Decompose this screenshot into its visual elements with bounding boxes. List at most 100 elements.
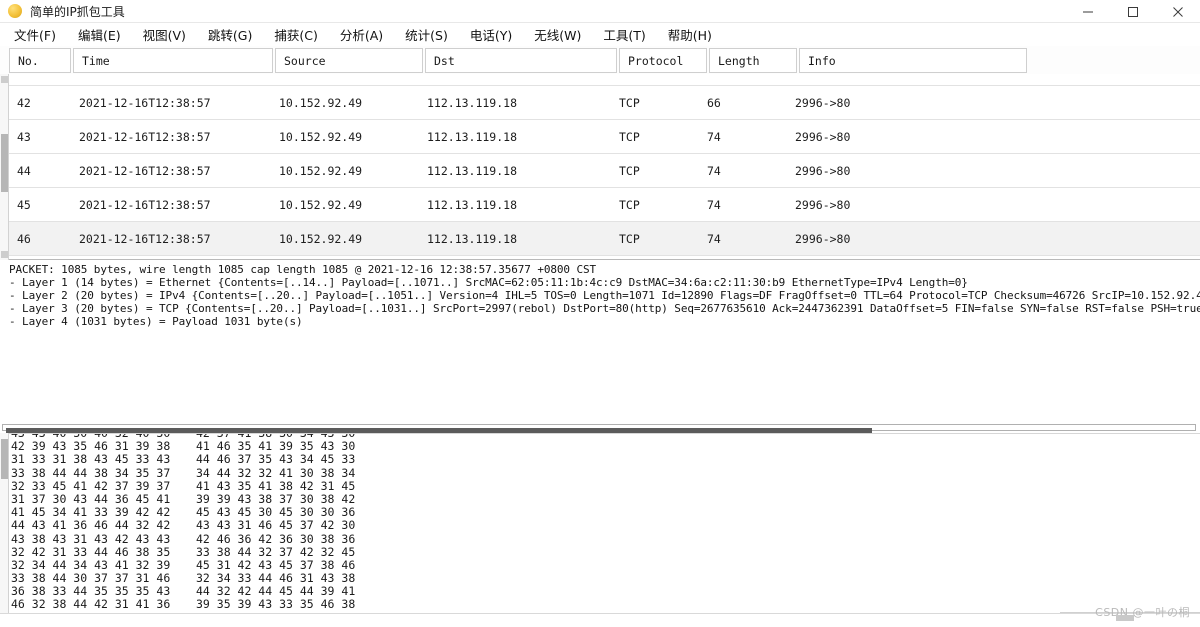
- menu-help[interactable]: 帮助(H): [668, 25, 712, 44]
- window-controls: [1065, 0, 1200, 23]
- column-header-no[interactable]: No.: [9, 48, 71, 73]
- menu-analyze[interactable]: 分析(A): [340, 25, 383, 44]
- cell-time: 2021-12-16T12:38:57: [79, 163, 211, 178]
- cell-no: 46: [17, 231, 31, 246]
- column-header-time[interactable]: Time: [73, 48, 273, 73]
- hex-dump-pane[interactable]: 43 43 40 30 40 32 40 30 42 37 41 38 30 34…: [0, 433, 1200, 613]
- column-header-protocol[interactable]: Protocol: [619, 48, 707, 73]
- cell-no: 42: [17, 95, 31, 110]
- cell-dst: 112.13.119.18: [419, 74, 611, 76]
- cell-source: 10.152.92.49: [279, 95, 363, 110]
- hex-bytes-right: 43 43 31 46 45 37 42 30: [196, 518, 356, 533]
- scroll-down-icon[interactable]: [1, 251, 8, 258]
- maximize-icon[interactable]: [1110, 0, 1155, 23]
- cell-length: 74: [707, 197, 721, 212]
- minimize-icon[interactable]: [1065, 0, 1110, 23]
- detail-line[interactable]: - Layer 3 (20 bytes) = TCP {Contents=[..…: [0, 302, 1200, 315]
- menu-tools[interactable]: 工具(T): [603, 25, 645, 44]
- table-row[interactable]: 42 2021-12-16T12:38:57 10.152.92.49 112.13.…: [0, 86, 1200, 120]
- cell-length: 74: [707, 129, 721, 144]
- close-icon[interactable]: [1155, 0, 1200, 23]
- menu-wireless[interactable]: 无线(W): [534, 25, 581, 44]
- cell-protocol: TCP: [619, 231, 640, 246]
- hex-bytes-left: 43 38 43 31 43 42 43 43: [11, 531, 171, 546]
- hex-scroll-thumb[interactable]: [1, 439, 8, 479]
- cell-source: 10.152.92.49: [279, 163, 363, 178]
- cell-source: 10.152.92.49: [279, 231, 363, 246]
- hex-dump-scrollbar[interactable]: [0, 433, 9, 613]
- cell-time: 2021-12-16T12:38:57: [79, 129, 211, 144]
- detail-line[interactable]: PACKET: 1085 bytes, wire length 1085 cap…: [0, 263, 1200, 276]
- cell-dst: 112.13.119.18: [427, 163, 518, 178]
- detail-line[interactable]: - Layer 4 (1031 bytes) = Payload 1031 by…: [0, 315, 1200, 328]
- cell-time: 2021-12-16T12:38:57: [71, 74, 271, 76]
- menu-edit[interactable]: 编辑(E): [78, 25, 121, 44]
- cell-dst: 112.13.119.18: [427, 95, 518, 110]
- hex-bytes-left: 44 43 41 36 46 44 32 42: [11, 518, 171, 533]
- cell-protocol: TCP: [619, 129, 640, 144]
- hex-bytes-right: 41 43 35 41 38 42 31 45: [196, 478, 356, 493]
- packet-list[interactable]: 412021-12-16T12:38:5710.152.92.49112.13.…: [0, 74, 1200, 260]
- bottom-scroll-thumb[interactable]: [1116, 615, 1134, 621]
- cell-source: 10.152.92.49: [279, 197, 363, 212]
- cell-dst: 112.13.119.18: [427, 197, 518, 212]
- menu-telephony[interactable]: 电话(Y): [470, 25, 512, 44]
- menu-view[interactable]: 视图(V): [143, 25, 186, 44]
- hex-bytes-right: 42 46 36 42 36 30 38 36: [196, 531, 356, 546]
- hex-dump-body: 43 43 40 30 40 32 40 30 42 37 41 38 30 34…: [0, 434, 356, 612]
- scroll-up-icon[interactable]: [1, 76, 8, 83]
- window-title: 简单的IP抓包工具: [30, 4, 125, 19]
- detail-line[interactable]: - Layer 2 (20 bytes) = IPv4 {Contents=[.…: [0, 289, 1200, 302]
- hex-row: 32 33 45 41 42 37 39 37 41 43 35 41 38 42…: [11, 478, 356, 493]
- menu-statistics[interactable]: 统计(S): [405, 25, 448, 44]
- cell-no: 43: [17, 129, 31, 144]
- cell-source: 10.152.92.49: [271, 74, 419, 76]
- scrollbar-track[interactable]: [2, 424, 1196, 433]
- menu-capture[interactable]: 捕获(C): [274, 25, 317, 44]
- cell-info: 2996->80: [795, 95, 851, 110]
- column-header-info[interactable]: Info: [799, 48, 1027, 73]
- table-row[interactable]: 412021-12-16T12:38:5710.152.92.49112.13.…: [0, 74, 1200, 86]
- cell-protocol: TCP: [619, 163, 640, 178]
- hex-row: 33 38 44 44 38 34 35 37 34 44 32 32 41 30…: [11, 465, 355, 480]
- hex-bytes-left: 33 38 44 44 38 34 35 37: [11, 465, 171, 480]
- cell-dst: 112.13.119.18: [427, 129, 518, 144]
- packet-list-body: 412021-12-16T12:38:5710.152.92.49112.13.…: [0, 74, 1200, 259]
- hex-row: 31 33 31 38 43 45 33 43 44 46 37 35 43 34…: [11, 453, 355, 466]
- cell-protocol: TCP: [619, 95, 640, 110]
- cell-info: 2996->80: [795, 129, 851, 144]
- table-row[interactable]: 43 2021-12-16T12:38:57 10.152.92.49 112.13.…: [0, 120, 1200, 154]
- cell-no: 44: [17, 163, 31, 178]
- hex-bytes-left: 46 32 38 44 42 31 41 36: [11, 597, 171, 612]
- hex-bytes-left: 32 42 31 33 44 46 38 35: [11, 544, 171, 559]
- table-row[interactable]: 45 2021-12-16T12:38:57 10.152.92.49 112.13.…: [0, 188, 1200, 222]
- cell-no: 45: [17, 197, 31, 212]
- menu-goto[interactable]: 跳转(G): [208, 25, 252, 44]
- menu-file[interactable]: 文件(F): [14, 25, 56, 44]
- cell-info: 2996->80: [795, 197, 851, 212]
- packet-detail-pane[interactable]: PACKET: 1085 bytes, wire length 1085 cap…: [0, 260, 1200, 422]
- cell-protocol: TCP: [611, 74, 699, 76]
- table-row[interactable]: 46 2021-12-16T12:38:57 10.152.92.49 112.13.…: [0, 222, 1200, 256]
- cell-length: 66: [707, 95, 721, 110]
- column-header-length[interactable]: Length: [709, 48, 797, 73]
- column-header-dst[interactable]: Dst: [425, 48, 617, 73]
- hex-row: 43 38 43 31 43 42 43 43 42 46 36 42 36 30…: [11, 531, 356, 546]
- detail-line[interactable]: - Layer 1 (14 bytes) = Ethernet {Content…: [0, 276, 1200, 289]
- scroll-thumb[interactable]: [1, 134, 8, 192]
- detail-horizontal-scrollbar[interactable]: [0, 422, 1200, 433]
- column-header-source[interactable]: Source: [275, 48, 423, 73]
- hex-row: 44 43 41 36 46 44 32 42 43 43 31 46 45 37…: [11, 518, 356, 533]
- cell-info: 2996->80: [787, 74, 1015, 76]
- cell-time: 2021-12-16T12:38:57: [79, 95, 211, 110]
- hex-row: 46 32 38 44 42 31 41 36 39 35 39 43 33 35…: [11, 597, 355, 612]
- cell-time: 2021-12-16T12:38:57: [79, 231, 211, 246]
- cell-length: 54: [699, 74, 787, 76]
- status-bar: [0, 613, 1200, 627]
- hex-bytes-right: 33 38 44 32 37 42 32 45: [196, 544, 356, 559]
- packet-list-scrollbar[interactable]: [0, 74, 9, 260]
- table-row[interactable]: 44 2021-12-16T12:38:57 10.152.92.49 112.13.…: [0, 154, 1200, 188]
- cell-protocol: TCP: [619, 197, 640, 212]
- cell-time: 2021-12-16T12:38:57: [79, 197, 211, 212]
- app-window: 简单的IP抓包工具 文件(F) 编辑(E) 视图(V) 跳转(G) 捕获(C) …: [0, 0, 1200, 627]
